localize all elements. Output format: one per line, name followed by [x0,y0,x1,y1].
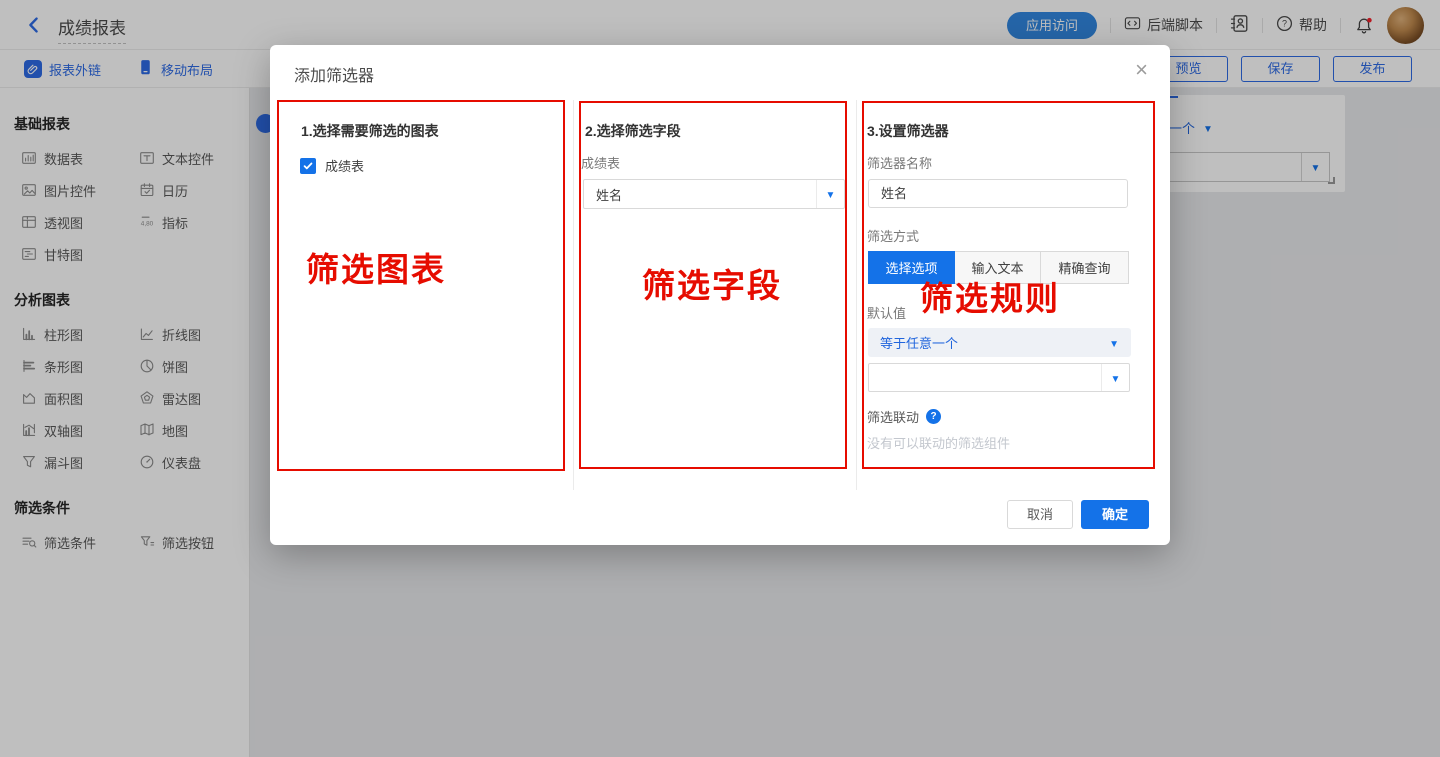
chevron-down-icon [816,180,844,208]
chevron-down-icon [1101,364,1129,391]
filter-mode-tabs: 选择选项 输入文本 精确查询 [868,251,1129,284]
filter-name-label: 筛选器名称 [867,153,932,172]
default-value-label: 默认值 [867,303,906,322]
chevron-down-icon [1109,334,1131,352]
field-select[interactable]: 姓名 [583,179,845,209]
default-operator-dropdown[interactable]: 等于任意一个 [868,328,1131,357]
linkage-empty-text: 没有可以联动的筛选组件 [867,433,1010,452]
column-divider [573,100,574,490]
filter-linkage-row: 筛选联动 [867,407,941,426]
dialog-title: 添加筛选器 [294,62,374,86]
confirm-button[interactable]: 确定 [1081,500,1149,529]
dataset-label: 成绩表 [581,153,620,172]
step2-heading: 2.选择筛选字段 [585,121,681,141]
add-filter-dialog: 添加筛选器 1.选择需要筛选的图表 成绩表 2.选择筛选字段 成绩表 姓名 3.… [270,45,1170,545]
checkbox-checked-icon[interactable] [300,158,316,174]
help-question-icon[interactable] [926,409,941,424]
filter-mode-label: 筛选方式 [867,226,919,245]
tab-input-text[interactable]: 输入文本 [955,251,1041,284]
filter-name-input[interactable]: 姓名 [868,179,1128,208]
step3-heading: 3.设置筛选器 [867,121,949,141]
default-value-select[interactable] [868,363,1130,392]
step1-heading: 1.选择需要筛选的图表 [301,121,439,141]
column-divider [856,100,857,490]
filter-linkage-label: 筛选联动 [867,407,919,426]
tab-exact-query[interactable]: 精确查询 [1041,251,1129,284]
cancel-button[interactable]: 取消 [1007,500,1073,529]
chart-option-label: 成绩表 [325,156,364,175]
chart-checkbox-row[interactable]: 成绩表 [300,156,364,175]
tab-select-options[interactable]: 选择选项 [868,251,955,284]
close-icon[interactable] [1135,59,1148,81]
